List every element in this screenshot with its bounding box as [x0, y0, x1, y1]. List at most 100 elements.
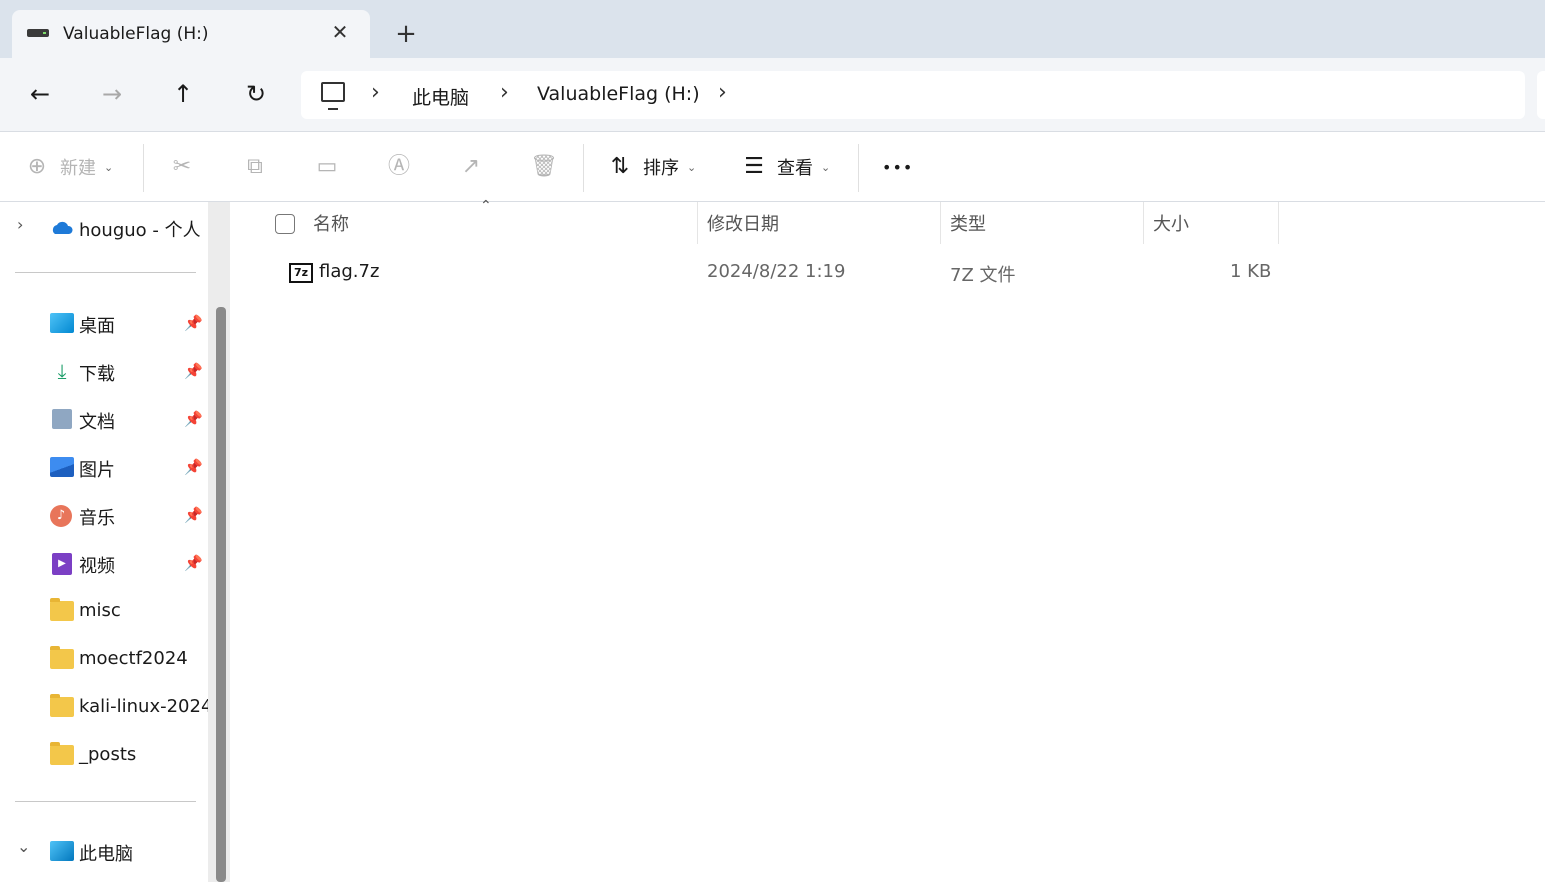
pin-icon[interactable]: 📌 [184, 554, 203, 572]
forward-button[interactable]: → [96, 78, 128, 110]
sidebar-item-label: moectf2024 [79, 648, 188, 669]
pin-icon[interactable]: 📌 [184, 410, 203, 428]
more-icon: ••• [882, 157, 914, 177]
sidebar-item-desktop[interactable]: 桌面 📌 [0, 305, 210, 341]
refresh-button[interactable]: ↻ [240, 78, 272, 110]
sidebar-item-label: 此电脑 [79, 844, 133, 865]
rename-icon: Ⓐ [387, 154, 410, 179]
clipboard-icon: ▭ [316, 154, 338, 179]
share-button[interactable]: ↗ [458, 152, 484, 182]
chevron-right-icon[interactable]: › [17, 215, 23, 234]
sort-ascending-icon: ⌃ [480, 198, 492, 214]
sidebar-item-label: 视频 [79, 556, 115, 577]
pin-icon[interactable]: 📌 [184, 362, 203, 380]
chevron-down-icon: ⌄ [821, 160, 831, 174]
sidebar-item-label: kali-linux-2024 [79, 696, 210, 717]
rename-button[interactable]: Ⓐ [386, 152, 412, 182]
chevron-down-icon: ⌄ [687, 160, 697, 174]
new-label: 新建 [60, 158, 96, 179]
download-icon: ⤓ [57, 359, 67, 383]
tab-valuableflag[interactable]: ValuableFlag (H:) ✕ [12, 10, 370, 58]
column-divider[interactable] [697, 202, 698, 244]
toolbar-divider [583, 144, 584, 192]
sidebar-item-documents[interactable]: 文档 📌 [0, 401, 210, 437]
column-header-size[interactable]: 大小 [1153, 210, 1189, 236]
column-header-type[interactable]: 类型 [950, 210, 986, 236]
copy-icon: ⧉ [247, 154, 263, 179]
address-bar[interactable]: › 此电脑 › ValuableFlag (H:) › [301, 71, 1525, 119]
close-tab-icon[interactable]: ✕ [328, 20, 352, 44]
sidebar-item-moectf2024[interactable]: moectf2024 [0, 641, 210, 677]
sidebar-item-kali-linux-2024[interactable]: kali-linux-2024 [0, 689, 210, 725]
cut-button[interactable]: ✂ [169, 152, 195, 182]
file-size: 1 KB [1230, 261, 1272, 282]
sidebar-item-pictures[interactable]: 图片 📌 [0, 449, 210, 485]
tab-bar: ValuableFlag (H:) ✕ + [0, 0, 1545, 58]
paste-button[interactable]: ▭ [314, 152, 340, 182]
sidebar-item-this-pc[interactable]: ⌄ 此电脑 [0, 833, 210, 869]
chevron-down-icon[interactable]: ⌄ [17, 837, 30, 856]
copy-button[interactable]: ⧉ [242, 152, 268, 182]
new-button[interactable]: ⊕ 新建 ⌄ [24, 152, 113, 182]
sidebar-item-onedrive[interactable]: › houguo - 个人 [0, 209, 210, 245]
column-divider[interactable] [1278, 202, 1279, 244]
pin-icon[interactable]: 📌 [184, 314, 203, 332]
sort-button[interactable]: ⇅ 排序 ⌄ [607, 152, 696, 182]
column-divider[interactable] [1143, 202, 1144, 244]
up-button[interactable]: ↑ [167, 78, 199, 110]
sidebar-item-videos[interactable]: ▶ 视频 📌 [0, 545, 210, 581]
list-view-icon: ☰ [744, 154, 764, 179]
new-tab-button[interactable]: + [392, 20, 420, 48]
view-button[interactable]: ☰ 查看 ⌄ [741, 152, 830, 182]
folder-icon [50, 694, 74, 717]
sidebar-item-label: houguo - 个人 [79, 220, 201, 241]
share-icon: ↗ [461, 154, 481, 179]
sidebar-scrollbar-thumb[interactable] [216, 307, 226, 882]
videos-icon: ▶ [52, 553, 72, 575]
sidebar-divider [15, 801, 196, 802]
file-list: ⌃ 名称 修改日期 类型 大小 7z flag.7z 2024/8/22 1:1… [234, 198, 1545, 882]
folder-icon [50, 646, 74, 669]
onedrive-cloud-icon [52, 221, 73, 234]
breadcrumb-separator[interactable]: › [500, 80, 509, 105]
trash-icon: 🗑 [530, 154, 558, 179]
sidebar-item-label: 图片 [79, 460, 115, 481]
column-divider[interactable] [940, 202, 941, 244]
sidebar-item-posts[interactable]: _posts [0, 737, 210, 773]
desktop-icon [50, 313, 74, 333]
breadcrumb-drive[interactable]: ValuableFlag (H:) [537, 83, 700, 105]
table-row[interactable]: 7z flag.7z 2024/8/22 1:19 7Z 文件 1 KB [274, 252, 1274, 292]
sidebar-item-label: 音乐 [79, 508, 115, 529]
sidebar-item-label: _posts [79, 744, 137, 765]
select-all-checkbox[interactable] [275, 214, 295, 234]
file-name[interactable]: flag.7z [319, 261, 379, 282]
sidebar-divider [15, 272, 196, 273]
this-pc-icon [50, 841, 74, 861]
command-bar: ⊕ 新建 ⌄ ✂ ⧉ ▭ Ⓐ ↗ 🗑 ⇅ 排序 ⌄ ☰ 查看 ⌄ ••• [0, 132, 1545, 202]
pictures-icon [50, 457, 74, 477]
pin-icon[interactable]: 📌 [184, 506, 203, 524]
sort-label: 排序 [643, 158, 679, 179]
more-options-button[interactable]: ••• [882, 152, 913, 182]
sidebar-item-misc[interactable]: misc [0, 593, 210, 629]
column-header-name[interactable]: 名称 [313, 210, 349, 236]
breadcrumb-separator[interactable]: › [718, 80, 727, 105]
sidebar-item-music[interactable]: ♪ 音乐 📌 [0, 497, 210, 533]
chevron-down-icon: ⌄ [104, 160, 114, 174]
add-circle-icon: ⊕ [27, 154, 47, 179]
delete-button[interactable]: 🗑 [530, 152, 558, 182]
back-button[interactable]: ← [24, 78, 56, 110]
pin-icon[interactable]: 📌 [184, 458, 203, 476]
search-box[interactable] [1537, 71, 1545, 119]
breadcrumb-separator[interactable]: › [371, 80, 380, 105]
folder-icon [50, 598, 74, 621]
sidebar-item-downloads[interactable]: ⤓ 下载 📌 [0, 353, 210, 389]
this-pc-icon[interactable] [321, 82, 345, 110]
tab-title: ValuableFlag (H:) [63, 24, 209, 44]
breadcrumb-this-pc[interactable]: 此电脑 [412, 83, 469, 110]
folder-icon [50, 742, 74, 765]
drive-icon [27, 29, 49, 37]
sidebar-item-label: 文档 [79, 412, 115, 433]
navigation-bar: ← → ↑ ↻ › 此电脑 › ValuableFlag (H:) › [0, 58, 1545, 132]
column-header-modified[interactable]: 修改日期 [707, 210, 779, 236]
